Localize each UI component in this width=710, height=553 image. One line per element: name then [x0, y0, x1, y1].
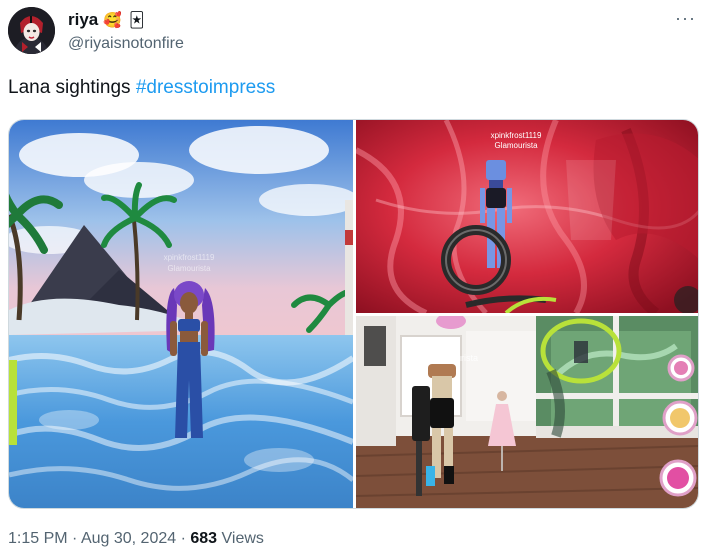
- hashtag-link[interactable]: #dresstoimpress: [136, 77, 275, 98]
- tweet-time[interactable]: 1:15 PM: [8, 530, 68, 547]
- image2-overlay-username: xpinkfrost1119: [491, 131, 542, 140]
- meta-separator: ·: [67, 530, 81, 547]
- views-count: 683: [190, 530, 218, 547]
- media-grid: xpinkfrost1119 Glamourista xpinkfrost111…: [8, 119, 699, 509]
- harley-quinn-avatar-icon: [8, 7, 55, 54]
- tweet-body: Lana sightings: [8, 77, 136, 98]
- views-label: Views: [217, 530, 264, 547]
- media-image-red-scene[interactable]: xpinkfrost1119 Glamourista: [356, 120, 698, 313]
- display-name[interactable]: riya: [68, 10, 98, 30]
- tweet-date[interactable]: Aug 30, 2024: [81, 530, 176, 547]
- author-block: riya 🥰 🃏 @riyaisnotonfire: [68, 9, 184, 53]
- more-options-icon[interactable]: ···: [675, 8, 696, 29]
- image2-overlay-role: Glamourista: [494, 141, 538, 150]
- image3-overlay-role: urista: [456, 353, 478, 363]
- user-handle[interactable]: @riyaisnotonfire: [68, 35, 184, 53]
- tweet: riya 🥰 🃏 @riyaisnotonfire ··· Lana sight…: [0, 0, 710, 553]
- image1-overlay-username: xpinkfrost1119: [164, 253, 215, 262]
- tweet-text: Lana sightings #dresstoimpress: [8, 77, 275, 99]
- media-image-beach[interactable]: xpinkfrost1119 Glamourista: [9, 120, 353, 508]
- smiling-hearts-emoji-icon: 🥰: [103, 11, 123, 29]
- joker-card-emoji-icon: 🃏: [129, 11, 145, 29]
- image1-overlay-role: Glamourista: [167, 264, 211, 273]
- tweet-meta: 1:15 PM · Aug 30, 2024 · 683 Views: [8, 530, 264, 548]
- media-image-boutique[interactable]: urista: [356, 316, 698, 508]
- display-name-row: riya 🥰 🃏: [68, 9, 184, 31]
- meta-separator: ·: [176, 530, 191, 547]
- avatar[interactable]: [8, 7, 55, 54]
